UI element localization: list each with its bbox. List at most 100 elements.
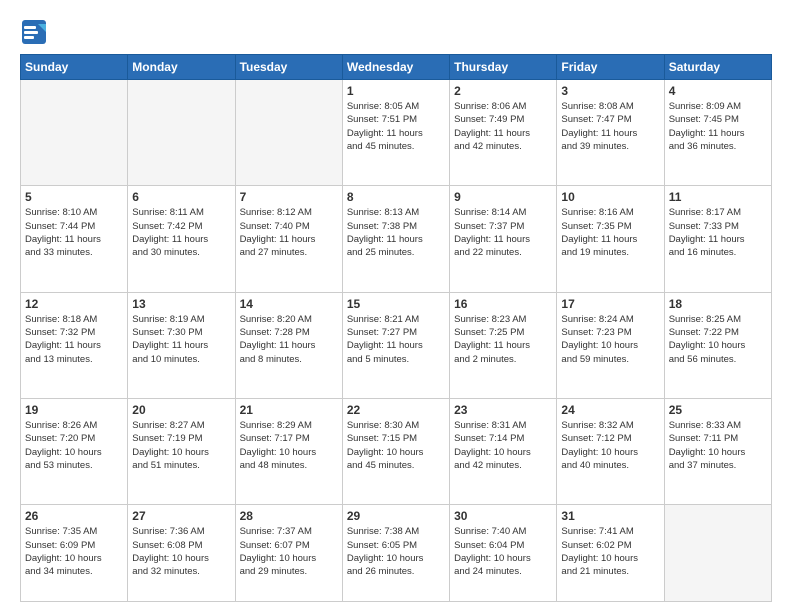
calendar-cell: 14 Sunrise: 8:20 AM Sunset: 7:28 PM Dayli… [235, 292, 342, 398]
day-info: Sunrise: 7:37 AM Sunset: 6:07 PM Dayligh… [240, 525, 338, 578]
calendar-table: SundayMondayTuesdayWednesdayThursdayFrid… [20, 54, 772, 602]
day-info: Sunrise: 8:24 AM Sunset: 7:23 PM Dayligh… [561, 313, 659, 366]
calendar-cell [21, 80, 128, 186]
day-info: Sunrise: 8:18 AM Sunset: 7:32 PM Dayligh… [25, 313, 123, 366]
weekday-friday: Friday [557, 55, 664, 80]
day-info: Sunrise: 8:30 AM Sunset: 7:15 PM Dayligh… [347, 419, 445, 472]
day-number: 24 [561, 403, 659, 417]
day-info: Sunrise: 8:19 AM Sunset: 7:30 PM Dayligh… [132, 313, 230, 366]
day-info: Sunrise: 8:21 AM Sunset: 7:27 PM Dayligh… [347, 313, 445, 366]
calendar-cell: 8 Sunrise: 8:13 AM Sunset: 7:38 PM Daylig… [342, 186, 449, 292]
day-number: 31 [561, 509, 659, 523]
weekday-wednesday: Wednesday [342, 55, 449, 80]
day-info: Sunrise: 8:06 AM Sunset: 7:49 PM Dayligh… [454, 100, 552, 153]
day-info: Sunrise: 8:11 AM Sunset: 7:42 PM Dayligh… [132, 206, 230, 259]
day-info: Sunrise: 8:05 AM Sunset: 7:51 PM Dayligh… [347, 100, 445, 153]
logo [20, 18, 52, 46]
day-info: Sunrise: 8:16 AM Sunset: 7:35 PM Dayligh… [561, 206, 659, 259]
calendar-cell: 6 Sunrise: 8:11 AM Sunset: 7:42 PM Daylig… [128, 186, 235, 292]
day-number: 1 [347, 84, 445, 98]
calendar-cell: 7 Sunrise: 8:12 AM Sunset: 7:40 PM Daylig… [235, 186, 342, 292]
day-number: 9 [454, 190, 552, 204]
weekday-saturday: Saturday [664, 55, 771, 80]
calendar-cell: 28 Sunrise: 7:37 AM Sunset: 6:07 PM Dayli… [235, 505, 342, 602]
day-number: 14 [240, 297, 338, 311]
calendar-cell: 10 Sunrise: 8:16 AM Sunset: 7:35 PM Dayli… [557, 186, 664, 292]
day-number: 26 [25, 509, 123, 523]
week-row-1: 5Sunrise: 8:10 AM Sunset: 7:44 PM Daylig… [21, 186, 772, 292]
week-row-0: 1 Sunrise: 8:05 AM Sunset: 7:51 PM Daylig… [21, 80, 772, 186]
day-number: 3 [561, 84, 659, 98]
weekday-sunday: Sunday [21, 55, 128, 80]
day-info: Sunrise: 8:20 AM Sunset: 7:28 PM Dayligh… [240, 313, 338, 366]
day-number: 28 [240, 509, 338, 523]
day-info: Sunrise: 7:41 AM Sunset: 6:02 PM Dayligh… [561, 525, 659, 578]
day-number: 6 [132, 190, 230, 204]
day-number: 12 [25, 297, 123, 311]
day-number: 23 [454, 403, 552, 417]
logo-icon [20, 18, 48, 46]
day-number: 10 [561, 190, 659, 204]
day-info: Sunrise: 8:32 AM Sunset: 7:12 PM Dayligh… [561, 419, 659, 472]
day-number: 4 [669, 84, 767, 98]
day-number: 19 [25, 403, 123, 417]
day-info: Sunrise: 8:09 AM Sunset: 7:45 PM Dayligh… [669, 100, 767, 153]
day-info: Sunrise: 8:13 AM Sunset: 7:38 PM Dayligh… [347, 206, 445, 259]
calendar-cell: 27Sunrise: 7:36 AM Sunset: 6:08 PM Dayli… [128, 505, 235, 602]
day-info: Sunrise: 8:12 AM Sunset: 7:40 PM Dayligh… [240, 206, 338, 259]
calendar-cell: 30Sunrise: 7:40 AM Sunset: 6:04 PM Dayli… [450, 505, 557, 602]
calendar-cell: 13Sunrise: 8:19 AM Sunset: 7:30 PM Dayli… [128, 292, 235, 398]
day-info: Sunrise: 8:17 AM Sunset: 7:33 PM Dayligh… [669, 206, 767, 259]
day-info: Sunrise: 7:40 AM Sunset: 6:04 PM Dayligh… [454, 525, 552, 578]
calendar-cell: 21 Sunrise: 8:29 AM Sunset: 7:17 PM Dayli… [235, 398, 342, 504]
day-info: Sunrise: 7:38 AM Sunset: 6:05 PM Dayligh… [347, 525, 445, 578]
day-info: Sunrise: 8:23 AM Sunset: 7:25 PM Dayligh… [454, 313, 552, 366]
day-number: 21 [240, 403, 338, 417]
calendar-cell: 22Sunrise: 8:30 AM Sunset: 7:15 PM Dayli… [342, 398, 449, 504]
day-number: 29 [347, 509, 445, 523]
day-number: 2 [454, 84, 552, 98]
calendar-cell: 15 Sunrise: 8:21 AM Sunset: 7:27 PM Dayli… [342, 292, 449, 398]
calendar-cell: 17 Sunrise: 8:24 AM Sunset: 7:23 PM Dayli… [557, 292, 664, 398]
day-info: Sunrise: 8:29 AM Sunset: 7:17 PM Dayligh… [240, 419, 338, 472]
day-info: Sunrise: 8:25 AM Sunset: 7:22 PM Dayligh… [669, 313, 767, 366]
day-info: Sunrise: 8:31 AM Sunset: 7:14 PM Dayligh… [454, 419, 552, 472]
calendar-cell: 24 Sunrise: 8:32 AM Sunset: 7:12 PM Dayli… [557, 398, 664, 504]
calendar-cell: 5Sunrise: 8:10 AM Sunset: 7:44 PM Daylig… [21, 186, 128, 292]
calendar-cell: 9 Sunrise: 8:14 AM Sunset: 7:37 PM Daylig… [450, 186, 557, 292]
calendar-cell: 2 Sunrise: 8:06 AM Sunset: 7:49 PM Daylig… [450, 80, 557, 186]
day-number: 16 [454, 297, 552, 311]
day-number: 8 [347, 190, 445, 204]
calendar-cell: 1 Sunrise: 8:05 AM Sunset: 7:51 PM Daylig… [342, 80, 449, 186]
day-number: 17 [561, 297, 659, 311]
calendar-cell: 20Sunrise: 8:27 AM Sunset: 7:19 PM Dayli… [128, 398, 235, 504]
calendar-cell [128, 80, 235, 186]
weekday-header-row: SundayMondayTuesdayWednesdayThursdayFrid… [21, 55, 772, 80]
day-info: Sunrise: 7:35 AM Sunset: 6:09 PM Dayligh… [25, 525, 123, 578]
calendar-cell: 29 Sunrise: 7:38 AM Sunset: 6:05 PM Dayli… [342, 505, 449, 602]
weekday-thursday: Thursday [450, 55, 557, 80]
weekday-tuesday: Tuesday [235, 55, 342, 80]
calendar-cell: 11 Sunrise: 8:17 AM Sunset: 7:33 PM Dayli… [664, 186, 771, 292]
day-number: 18 [669, 297, 767, 311]
calendar-cell [235, 80, 342, 186]
week-row-4: 26 Sunrise: 7:35 AM Sunset: 6:09 PM Dayli… [21, 505, 772, 602]
weekday-monday: Monday [128, 55, 235, 80]
day-number: 27 [132, 509, 230, 523]
page: SundayMondayTuesdayWednesdayThursdayFrid… [0, 0, 792, 612]
day-number: 7 [240, 190, 338, 204]
calendar-cell [664, 505, 771, 602]
calendar-cell: 19Sunrise: 8:26 AM Sunset: 7:20 PM Dayli… [21, 398, 128, 504]
day-number: 25 [669, 403, 767, 417]
day-info: Sunrise: 8:14 AM Sunset: 7:37 PM Dayligh… [454, 206, 552, 259]
day-number: 11 [669, 190, 767, 204]
calendar-cell: 18 Sunrise: 8:25 AM Sunset: 7:22 PM Dayli… [664, 292, 771, 398]
calendar-cell: 26 Sunrise: 7:35 AM Sunset: 6:09 PM Dayli… [21, 505, 128, 602]
day-info: Sunrise: 8:33 AM Sunset: 7:11 PM Dayligh… [669, 419, 767, 472]
week-row-2: 12 Sunrise: 8:18 AM Sunset: 7:32 PM Dayli… [21, 292, 772, 398]
day-number: 15 [347, 297, 445, 311]
calendar-cell: 23 Sunrise: 8:31 AM Sunset: 7:14 PM Dayli… [450, 398, 557, 504]
calendar-cell: 16 Sunrise: 8:23 AM Sunset: 7:25 PM Dayli… [450, 292, 557, 398]
calendar-cell: 4 Sunrise: 8:09 AM Sunset: 7:45 PM Daylig… [664, 80, 771, 186]
calendar-cell: 12 Sunrise: 8:18 AM Sunset: 7:32 PM Dayli… [21, 292, 128, 398]
